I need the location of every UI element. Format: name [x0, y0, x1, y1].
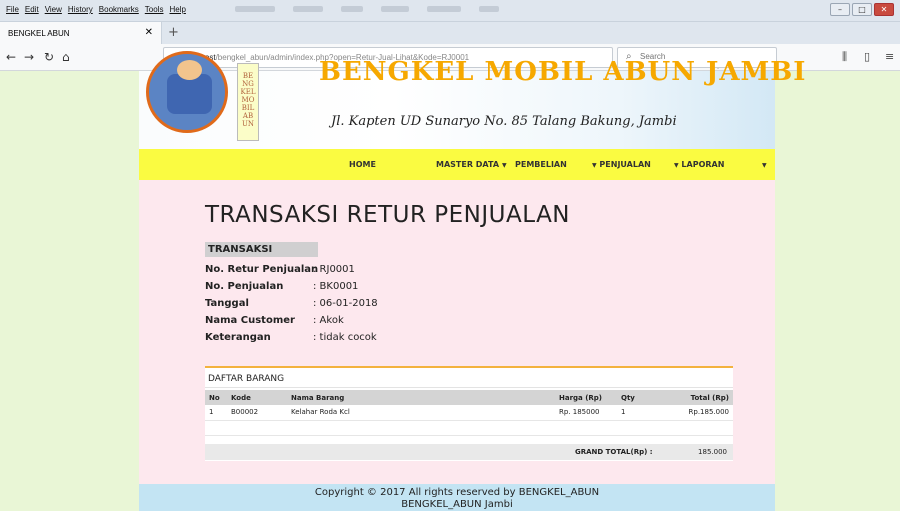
- reload-icon[interactable]: ↻: [44, 50, 54, 64]
- section-heading: TRANSAKSI: [205, 242, 318, 257]
- logo-text-strip: BENGKEL MOBIL ABUN: [237, 63, 259, 141]
- close-window-button[interactable]: ✕: [874, 3, 894, 16]
- cell-nama: Kelahar Roda Kcl: [287, 405, 555, 421]
- cell-total: Rp.185.000: [663, 405, 733, 421]
- sidebar-icon[interactable]: ▯: [864, 50, 870, 63]
- close-tab-icon[interactable]: ✕: [145, 27, 153, 38]
- items-table: No Kode Nama Barang Harga (Rp) Qty Total…: [205, 390, 733, 436]
- chevron-down-icon: ▼: [674, 162, 679, 169]
- page-title: TRANSAKSI RETUR PENJUALAN: [205, 202, 571, 228]
- table-header-row: No Kode Nama Barang Harga (Rp) Qty Total…: [205, 390, 733, 405]
- cell-qty: 1: [617, 405, 663, 421]
- tab-title: BENGKEL ABUN: [8, 29, 70, 38]
- items-panel-title: DAFTAR BARANG: [205, 372, 733, 388]
- menu-edit[interactable]: Edit: [25, 5, 39, 14]
- detail-row: Keterangan: tidak cocok: [205, 332, 377, 343]
- tab-bar: BENGKEL ABUN ✕ +: [0, 22, 900, 44]
- browser-tab[interactable]: BENGKEL ABUN ✕: [0, 22, 162, 44]
- menu-view[interactable]: View: [45, 5, 62, 14]
- detail-row: Tanggal: 06-01-2018: [205, 298, 378, 309]
- detail-row: No. Retur Penjualan: RJ0001: [205, 264, 355, 275]
- menu-bar: File Edit View History Bookmarks Tools H…: [6, 5, 186, 14]
- logo-mascot-image: [146, 51, 228, 133]
- menu-help[interactable]: Help: [169, 5, 185, 14]
- site-header: BENGKEL MOBIL ABUN BENGKEL MOBIL ABUN JA…: [139, 51, 805, 149]
- col-qty: Qty: [617, 390, 663, 405]
- window-controls: – □ ✕: [830, 3, 894, 16]
- site-container: BENGKEL MOBIL ABUN BENGKEL MOBIL ABUN JA…: [139, 51, 805, 511]
- maximize-button[interactable]: □: [852, 3, 872, 16]
- nav-master-data[interactable]: MASTER DATA ▼: [436, 160, 507, 169]
- chevron-down-icon: ▼: [502, 162, 507, 169]
- site-title: BENGKEL MOBIL ABUN JAMBI: [319, 57, 807, 87]
- nav-home[interactable]: HOME: [349, 160, 376, 169]
- nav-laporan[interactable]: ▼ LAPORAN: [671, 160, 724, 169]
- detail-row: Nama Customer: Akok: [205, 315, 344, 326]
- minimize-button[interactable]: –: [830, 3, 850, 16]
- hamburger-menu-icon[interactable]: ≡: [885, 50, 894, 63]
- grand-total-row: GRAND TOTAL(Rp) : 185.000: [205, 444, 733, 460]
- menu-tools[interactable]: Tools: [145, 5, 164, 14]
- main-navigation: HOME MASTER DATA ▼ PEMBELIAN ▼ PENJUALAN …: [139, 149, 775, 180]
- col-harga: Harga (Rp): [555, 390, 617, 405]
- site-address: Jl. Kapten UD Sunaryo No. 85 Talang Baku…: [331, 114, 677, 129]
- detail-row: No. Penjualan: BK0001: [205, 281, 359, 292]
- nav-penjualan[interactable]: ▼ PENJUALAN: [589, 160, 651, 169]
- col-kode: Kode: [227, 390, 287, 405]
- library-icon[interactable]: ⫼: [842, 50, 847, 64]
- home-icon[interactable]: ⌂: [62, 50, 70, 64]
- main-content: TRANSAKSI RETUR PENJUALAN TRANSAKSI No. …: [139, 180, 775, 484]
- chevron-down-icon: ▼: [592, 162, 597, 169]
- col-no: No: [205, 390, 227, 405]
- blurred-titlebar-content: [235, 6, 499, 12]
- cell-no: 1: [205, 405, 227, 421]
- window-titlebar: File Edit View History Bookmarks Tools H…: [0, 0, 900, 22]
- menu-history[interactable]: History: [68, 5, 93, 14]
- grand-total-value: 185.000: [698, 448, 727, 456]
- new-tab-icon[interactable]: +: [168, 25, 179, 40]
- chevron-down-icon[interactable]: ▼: [759, 160, 767, 169]
- back-icon[interactable]: ←: [6, 50, 16, 64]
- copyright-text: Copyright © 2017 All rights reserved by …: [314, 487, 600, 498]
- col-total: Total (Rp): [663, 390, 733, 405]
- grand-total-label: GRAND TOTAL(Rp) :: [575, 448, 653, 456]
- menu-bookmarks[interactable]: Bookmarks: [99, 5, 139, 14]
- cell-kode: B00002: [227, 405, 287, 421]
- col-nama-barang: Nama Barang: [287, 390, 555, 405]
- nav-pembelian[interactable]: PEMBELIAN: [515, 160, 567, 169]
- forward-icon[interactable]: →: [24, 50, 34, 64]
- menu-file[interactable]: File: [6, 5, 19, 14]
- site-footer: Copyright © 2017 All rights reserved by …: [139, 484, 775, 511]
- table-row-empty: [205, 420, 733, 436]
- cell-harga: Rp. 185000: [555, 405, 617, 421]
- table-row: 1 B00002 Kelahar Roda Kcl Rp. 185000 1 R…: [205, 405, 733, 421]
- footer-subtitle: BENGKEL_ABUN Jambi: [401, 499, 513, 510]
- items-panel: DAFTAR BARANG No Kode Nama Barang Harga …: [205, 366, 733, 461]
